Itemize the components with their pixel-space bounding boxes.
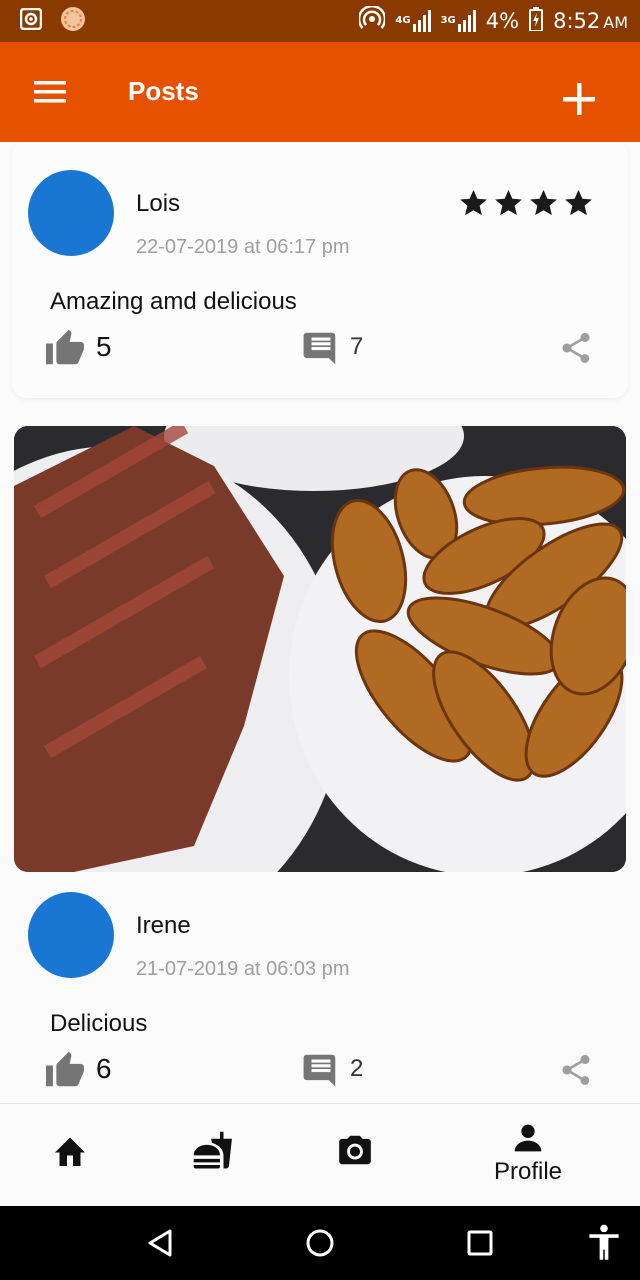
like-count: 6 — [96, 1053, 112, 1084]
share-button[interactable] — [558, 330, 594, 366]
signal-3g: 3G — [441, 10, 476, 32]
system-nav-bar — [0, 1206, 640, 1280]
rating-stars — [458, 188, 594, 218]
home-icon — [55, 1137, 85, 1166]
post-text: Amazing amd delicious — [50, 288, 297, 315]
back-button[interactable] — [146, 1228, 174, 1263]
share-icon — [562, 333, 590, 363]
plus-icon — [563, 83, 595, 115]
add-post-button[interactable] — [560, 80, 598, 118]
share-icon — [562, 1055, 590, 1085]
like-button[interactable]: 5 — [44, 328, 112, 366]
bottom-nav: Profile — [0, 1103, 640, 1206]
recents-square-icon — [467, 1230, 493, 1256]
home-circle-icon — [306, 1229, 334, 1257]
comment-icon — [303, 1054, 336, 1087]
accessibility-icon — [589, 1224, 619, 1260]
post-card: Irene 21-07-2019 at 06:03 pm Delicious 6… — [12, 872, 628, 1102]
like-button[interactable]: 6 — [44, 1050, 112, 1088]
post-timestamp: 21-07-2019 at 06:03 pm — [136, 958, 350, 980]
app-bar: Posts — [0, 42, 640, 142]
accessibility-button[interactable] — [586, 1224, 622, 1267]
fastfood-icon — [193, 1131, 232, 1169]
avatar[interactable] — [28, 170, 114, 256]
avatar[interactable] — [28, 892, 114, 978]
clock-ampm: AM — [603, 13, 628, 32]
comment-button[interactable]: 7 — [302, 328, 363, 366]
hamburger-icon — [34, 81, 66, 103]
star-icon — [565, 189, 592, 216]
thumb-up-icon — [46, 1051, 84, 1087]
share-button[interactable] — [558, 1052, 594, 1088]
post-text: Delicious — [50, 1010, 148, 1037]
home-nav-button[interactable] — [305, 1228, 335, 1263]
star-icon — [495, 189, 522, 216]
signal-icon — [412, 10, 431, 32]
signal-icon — [457, 10, 476, 32]
hotspot-icon — [358, 4, 387, 37]
person-icon — [514, 1124, 542, 1152]
screenshot-notification-icon — [19, 7, 43, 35]
star-icon — [460, 189, 487, 216]
post-card: Lois 22-07-2019 at 06:17 pm Amazing amd … — [12, 142, 628, 398]
food-image — [14, 426, 626, 872]
signal-4g: 4G — [395, 10, 431, 32]
camera-icon — [339, 1135, 371, 1165]
nav-food[interactable] — [192, 1130, 234, 1172]
comment-count: 7 — [350, 333, 364, 360]
network-4g-label: 4G — [395, 15, 411, 26]
nav-profile[interactable]: Profile — [494, 1122, 562, 1186]
menu-button[interactable] — [32, 78, 68, 106]
post-photo[interactable] — [14, 426, 626, 872]
back-triangle-icon — [148, 1229, 172, 1257]
battery-percent: 4% — [485, 9, 520, 33]
nav-home[interactable] — [52, 1134, 88, 1168]
clock: 8:52 — [553, 9, 601, 33]
battery-charging-icon — [529, 6, 544, 36]
thumb-up-icon — [46, 329, 84, 365]
comment-button[interactable]: 2 — [302, 1050, 363, 1088]
app-notification-icon — [60, 6, 86, 37]
author-name[interactable]: Irene — [136, 912, 191, 940]
star-icon — [530, 189, 557, 216]
status-bar: 4G 3G 4% 8:52 AM — [0, 0, 640, 42]
recents-button[interactable] — [467, 1230, 493, 1261]
comment-icon — [303, 332, 336, 365]
nav-profile-label: Profile — [494, 1158, 563, 1185]
comment-count: 2 — [350, 1055, 364, 1082]
nav-camera[interactable] — [336, 1132, 374, 1168]
network-3g-label: 3G — [440, 15, 456, 26]
page-title: Posts — [128, 76, 199, 106]
like-count: 5 — [96, 331, 112, 362]
post-timestamp: 22-07-2019 at 06:17 pm — [136, 236, 350, 258]
author-name[interactable]: Lois — [136, 190, 180, 218]
